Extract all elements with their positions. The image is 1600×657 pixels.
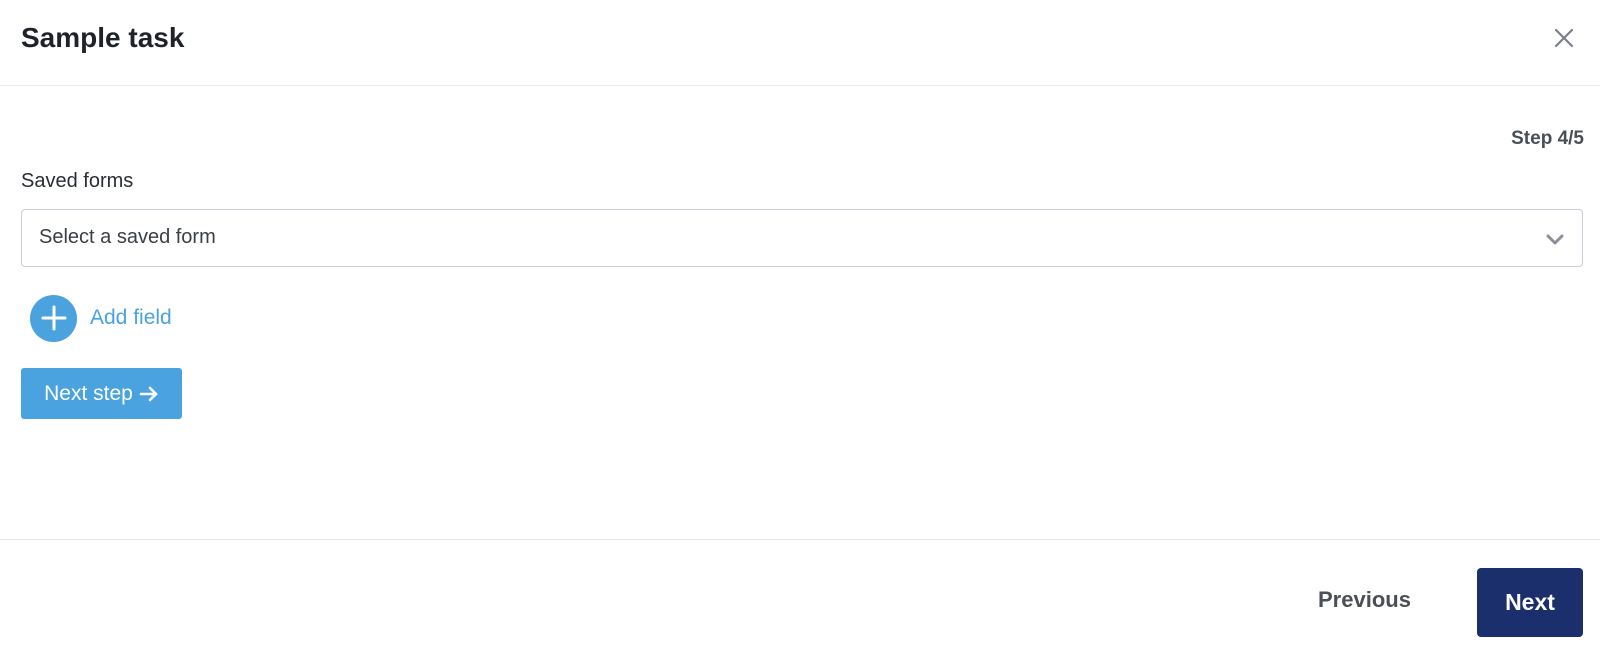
saved-form-select[interactable]: Select a saved form <box>21 209 1583 267</box>
modal-title: Sample task <box>21 22 185 53</box>
modal-body: Step 4/5 Saved forms Select a saved form… <box>0 86 1600 539</box>
modal-header: Sample task <box>0 0 1600 86</box>
arrow-right-icon <box>139 386 158 401</box>
modal-footer: Previous Next <box>0 539 1600 657</box>
add-field-button[interactable]: Add field <box>30 294 172 342</box>
next-button[interactable]: Next <box>1477 568 1583 637</box>
next-step-label: Next step <box>44 381 133 405</box>
previous-button[interactable]: Previous <box>1304 572 1425 628</box>
step-indicator: Step 4/5 <box>1511 128 1584 149</box>
next-step-button[interactable]: Next step <box>21 368 182 419</box>
saved-form-select-value: Select a saved form <box>39 226 216 248</box>
close-icon <box>1554 28 1574 48</box>
saved-forms-label: Saved forms <box>21 170 134 192</box>
add-field-circle <box>30 294 77 342</box>
chevron-down-icon <box>1546 234 1564 245</box>
task-modal: Sample task Step 4/5 Saved forms Select … <box>0 0 1600 657</box>
add-field-label: Add field <box>90 306 172 329</box>
close-button[interactable] <box>1548 22 1580 54</box>
plus-icon <box>41 305 66 331</box>
